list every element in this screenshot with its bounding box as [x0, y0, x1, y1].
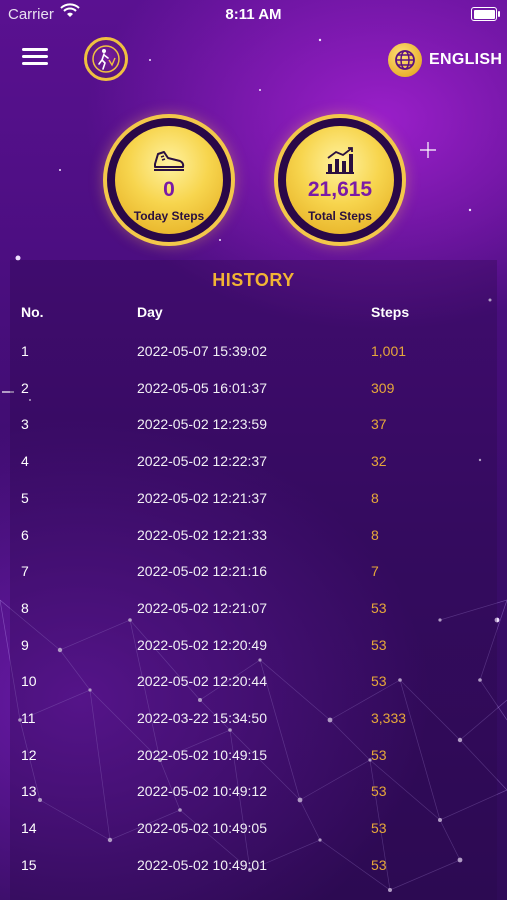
history-panel: HISTORY No. Day Steps 1 2022-05-07 15:39:…	[10, 260, 497, 900]
table-row: 12 2022-05-02 10:49:15 53	[10, 738, 497, 774]
table-row: 13 2022-05-02 10:49:12 53	[10, 774, 497, 810]
bar-chart-icon	[286, 146, 394, 181]
clock: 8:11 AM	[225, 6, 282, 23]
row-number: 4	[21, 453, 29, 470]
today-steps-value: 0	[163, 178, 175, 201]
table-row: 10 2022-05-02 12:20:44 53	[10, 664, 497, 700]
row-number: 10	[21, 673, 37, 690]
table-row: 4 2022-05-02 12:22:37 32	[10, 444, 497, 480]
total-steps-value: 21,615	[307, 178, 373, 201]
row-steps: 53	[371, 746, 387, 763]
table-row: 15 2022-05-02 10:49:01 53	[10, 848, 497, 884]
table-row: 11 2022-03-22 15:34:50 3,333	[10, 701, 497, 737]
row-day: 2022-05-02 10:49:15	[137, 746, 267, 763]
row-steps: 32	[371, 453, 387, 470]
today-steps-label: Today Steps	[133, 209, 205, 223]
row-steps: 53	[371, 673, 387, 690]
row-steps: 53	[371, 636, 387, 653]
column-header-day: Day	[137, 304, 163, 320]
table-row: 2 2022-05-05 16:01:37 309	[10, 371, 497, 407]
row-number: 1	[21, 343, 29, 359]
row-number: 14	[21, 820, 37, 837]
row-steps: 8	[371, 489, 379, 506]
total-steps-card: 21,615 Total Steps	[274, 114, 406, 246]
shoe-icon	[115, 146, 223, 177]
row-number: 6	[21, 526, 29, 543]
column-header-no: No.	[21, 304, 44, 320]
row-steps: 3,333	[371, 710, 407, 726]
row-steps: 8	[371, 526, 379, 543]
row-steps: 53	[371, 783, 387, 800]
row-number: 7	[21, 563, 29, 580]
row-day: 2022-05-05 16:01:37	[137, 379, 267, 396]
total-steps-label: Total Steps	[308, 209, 372, 223]
table-row: 7 2022-05-02 12:21:16 7	[10, 554, 497, 590]
table-row: 1 2022-05-07 15:39:02 1,001	[10, 334, 497, 370]
table-row: 6 2022-05-02 12:21:33 8	[10, 518, 497, 554]
language-label: ENGLISH	[429, 51, 503, 68]
row-day: 2022-05-02 10:49:05	[137, 820, 267, 837]
row-number: 12	[21, 746, 37, 763]
row-day: 2022-05-02 12:20:49	[137, 636, 267, 653]
today-steps-card: 0 Today Steps	[103, 114, 235, 246]
row-steps: 1,001	[371, 343, 407, 359]
table-row: 9 2022-05-02 12:20:49 53	[10, 628, 497, 664]
row-day: 2022-05-02 10:49:12	[137, 783, 267, 800]
language-selector[interactable]: ENGLISH	[388, 41, 502, 79]
table-row: 14 2022-05-02 10:49:05 53	[10, 811, 497, 847]
row-number: 15	[21, 856, 37, 873]
hamburger-menu-icon[interactable]	[22, 48, 48, 70]
row-day: 2022-05-02 12:21:37	[137, 489, 267, 506]
row-day: 2022-05-02 12:22:37	[137, 453, 267, 470]
row-number: 13	[21, 783, 37, 800]
status-bar: Carrier 8:11 AM	[0, 0, 507, 30]
row-number: 2	[21, 379, 29, 396]
row-steps: 53	[371, 599, 387, 616]
row-steps: 53	[371, 856, 387, 873]
battery-icon	[471, 7, 500, 21]
row-steps: 7	[371, 563, 379, 580]
row-steps: 309	[371, 379, 395, 396]
table-row: 3 2022-05-02 12:23:59 37	[10, 407, 497, 443]
row-day: 2022-05-02 12:20:44	[137, 673, 267, 690]
table-row: 5 2022-05-02 12:21:37 8	[10, 481, 497, 517]
row-day: 2022-05-07 15:39:02	[137, 343, 267, 359]
row-day: 2022-03-22 15:34:50	[137, 710, 267, 726]
row-day: 2022-05-02 12:21:16	[137, 563, 267, 580]
row-day: 2022-05-02 12:23:59	[137, 416, 267, 433]
row-day: 2022-05-02 12:21:33	[137, 526, 267, 543]
row-day: 2022-05-02 12:21:07	[137, 599, 267, 616]
row-number: 11	[21, 710, 36, 726]
row-number: 3	[21, 416, 29, 433]
row-number: 9	[21, 636, 29, 653]
globe-icon	[388, 43, 422, 77]
table-row: 8 2022-05-02 12:21:07 53	[10, 591, 497, 627]
history-title: HISTORY	[212, 270, 295, 290]
row-number: 5	[21, 489, 29, 506]
row-number: 8	[21, 599, 29, 616]
column-header-steps: Steps	[371, 304, 410, 320]
app-logo[interactable]	[84, 37, 128, 81]
row-steps: 37	[371, 416, 387, 433]
row-steps: 53	[371, 820, 387, 837]
row-day: 2022-05-02 10:49:01	[137, 856, 267, 873]
